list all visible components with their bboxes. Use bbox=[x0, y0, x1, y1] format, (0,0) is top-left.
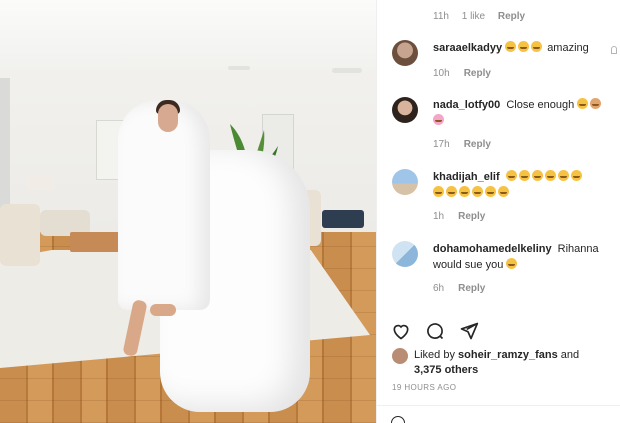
comment-text: nada_lotfy00 Close enough bbox=[433, 97, 609, 129]
foot bbox=[150, 304, 176, 316]
likes-count[interactable]: 3,375 others bbox=[414, 364, 478, 376]
comment-time: 1h bbox=[433, 211, 445, 222]
reply-link[interactable]: Reply bbox=[458, 211, 485, 222]
crying-laughing-emoji-icon bbox=[446, 186, 457, 197]
comment-time: 17h bbox=[433, 139, 450, 150]
post-timestamp: 19 HOURS AGO bbox=[392, 383, 457, 392]
comment-text: khadijah_elif bbox=[433, 169, 609, 201]
reply-link[interactable]: Reply bbox=[464, 139, 491, 150]
crying-laughing-emoji-icon bbox=[557, 170, 569, 181]
avatar[interactable] bbox=[392, 40, 418, 66]
crying-laughing-emoji-icon bbox=[518, 170, 530, 181]
comment-username[interactable]: nada_lotfy00 bbox=[433, 99, 500, 111]
crying-laughing-emoji-icon bbox=[531, 41, 543, 52]
hand-emoji-icon bbox=[590, 98, 602, 109]
crying-laughing-emoji-icon bbox=[433, 186, 444, 197]
face bbox=[158, 104, 178, 132]
post-photo[interactable] bbox=[0, 0, 376, 423]
crying-laughing-emoji-icon bbox=[570, 170, 582, 181]
crying-laughing-emoji-icon bbox=[518, 41, 530, 52]
emoji-picker-icon[interactable] bbox=[391, 416, 405, 423]
liker-username[interactable]: soheir_ramzy_fans bbox=[458, 349, 558, 361]
ceiling-light bbox=[332, 68, 362, 73]
reply-link[interactable]: Reply bbox=[464, 68, 491, 79]
crying-laughing-emoji-icon bbox=[531, 170, 543, 181]
like-comment-heart-icon[interactable] bbox=[611, 46, 617, 54]
previous-comment-meta: 11h 1 like Reply bbox=[433, 11, 525, 22]
share-icon[interactable] bbox=[459, 321, 479, 341]
comment-time: 10h bbox=[433, 68, 450, 79]
comment-meta: 17h Reply bbox=[433, 139, 491, 150]
comment-text: saraaelkadyy amazing bbox=[433, 40, 609, 56]
comment-time: 11h bbox=[433, 11, 449, 22]
crying-laughing-emoji-icon bbox=[472, 186, 483, 197]
heart-icon[interactable] bbox=[391, 321, 411, 341]
flower-emoji-icon bbox=[433, 114, 444, 125]
liked-by-text: Liked by soheir_ramzy_fans and 3,375 oth… bbox=[414, 349, 580, 376]
avatar[interactable] bbox=[392, 241, 418, 267]
comment-username[interactable]: dohamohamedelkeliny bbox=[433, 243, 552, 255]
crying-laughing-emoji-icon bbox=[485, 186, 496, 197]
comment-username[interactable]: khadijah_elif bbox=[433, 171, 500, 183]
comment-body: amazing bbox=[547, 42, 589, 54]
comment-meta: 1h Reply bbox=[433, 211, 485, 222]
comment-text: dohamohamedelkeliny Rihanna would sue yo… bbox=[433, 241, 609, 273]
left-sofa bbox=[0, 204, 40, 266]
ceiling bbox=[0, 0, 376, 70]
add-comment-bar bbox=[377, 405, 620, 423]
comment-meta: 10h Reply bbox=[433, 68, 491, 79]
crying-laughing-emoji-icon bbox=[505, 41, 517, 52]
comment-body: Close enough bbox=[506, 99, 575, 111]
comments-panel: 11h 1 like Reply saraaelkadyy amazing 10… bbox=[376, 0, 620, 423]
comment-meta: 6h Reply bbox=[433, 283, 485, 294]
luggage bbox=[322, 210, 364, 228]
crying-laughing-emoji-icon bbox=[544, 170, 556, 181]
crying-laughing-emoji-icon bbox=[505, 170, 517, 181]
comment-icon[interactable] bbox=[425, 321, 445, 341]
crying-laughing-emoji-icon bbox=[459, 186, 470, 197]
comment-time: 6h bbox=[433, 283, 445, 294]
reply-link[interactable]: Reply bbox=[458, 283, 485, 294]
comment-username[interactable]: saraaelkadyy bbox=[433, 42, 502, 54]
reply-link[interactable]: Reply bbox=[498, 11, 525, 22]
avatar[interactable] bbox=[392, 97, 418, 123]
ceiling-light bbox=[228, 66, 250, 70]
instagram-post-view: 11h 1 like Reply saraaelkadyy amazing 10… bbox=[0, 0, 620, 423]
crying-laughing-emoji-icon bbox=[506, 258, 518, 269]
comment-like-count[interactable]: 1 like bbox=[462, 11, 485, 22]
lamp bbox=[28, 176, 54, 190]
avatar[interactable] bbox=[392, 169, 418, 195]
crying-laughing-emoji-icon bbox=[577, 98, 589, 109]
crying-laughing-emoji-icon bbox=[498, 186, 509, 197]
liker-avatar[interactable] bbox=[392, 348, 408, 364]
